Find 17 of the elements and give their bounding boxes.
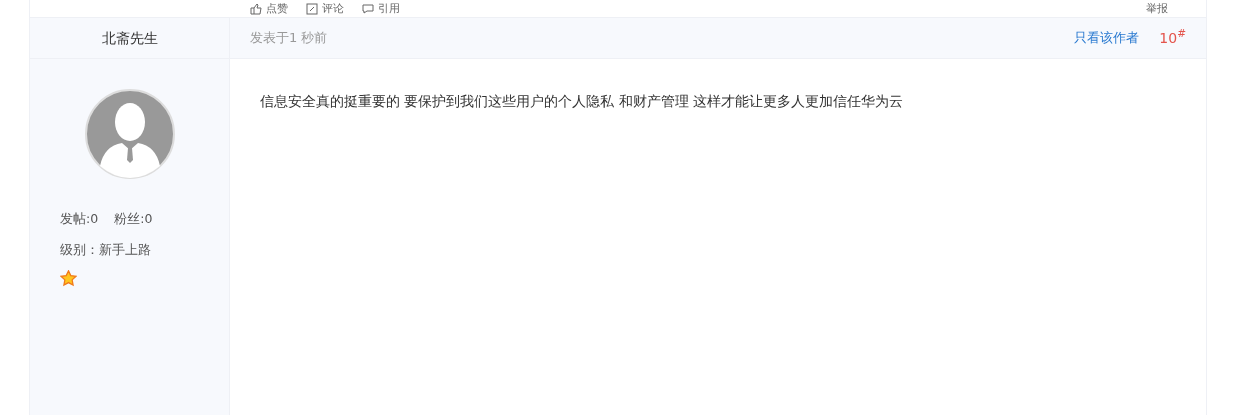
floor-number: 10$^{#}$ — [1159, 27, 1186, 48]
fan-count: 粉丝:0 — [114, 210, 153, 228]
author-name: 北斋先生 — [101, 28, 158, 48]
only-author-link[interactable]: 只看该作者 — [1074, 28, 1140, 48]
edit-icon — [306, 2, 318, 15]
action-button[interactable]: 点赞 — [250, 2, 288, 15]
avatar-icon — [84, 88, 176, 180]
post-time: 发表于1 秒前 — [250, 29, 328, 48]
user-level: 级别：新手上路 — [60, 240, 152, 259]
speech-bubble-icon — [362, 2, 374, 15]
thumbs-up-icon — [250, 2, 262, 15]
action-button[interactable]: 评论 — [306, 2, 344, 15]
post-content: 信息安全真的挺重要的 要保护到我们这些用户的个人隐私 和财产管理 这样才能让更多人更加信任华为云 — [260, 92, 905, 111]
report-link[interactable]: 举报 — [1146, 3, 1168, 14]
post-count: 发帖:0 — [60, 210, 99, 228]
action-button[interactable]: 引用 — [362, 2, 400, 15]
level-star-icon — [60, 269, 77, 287]
